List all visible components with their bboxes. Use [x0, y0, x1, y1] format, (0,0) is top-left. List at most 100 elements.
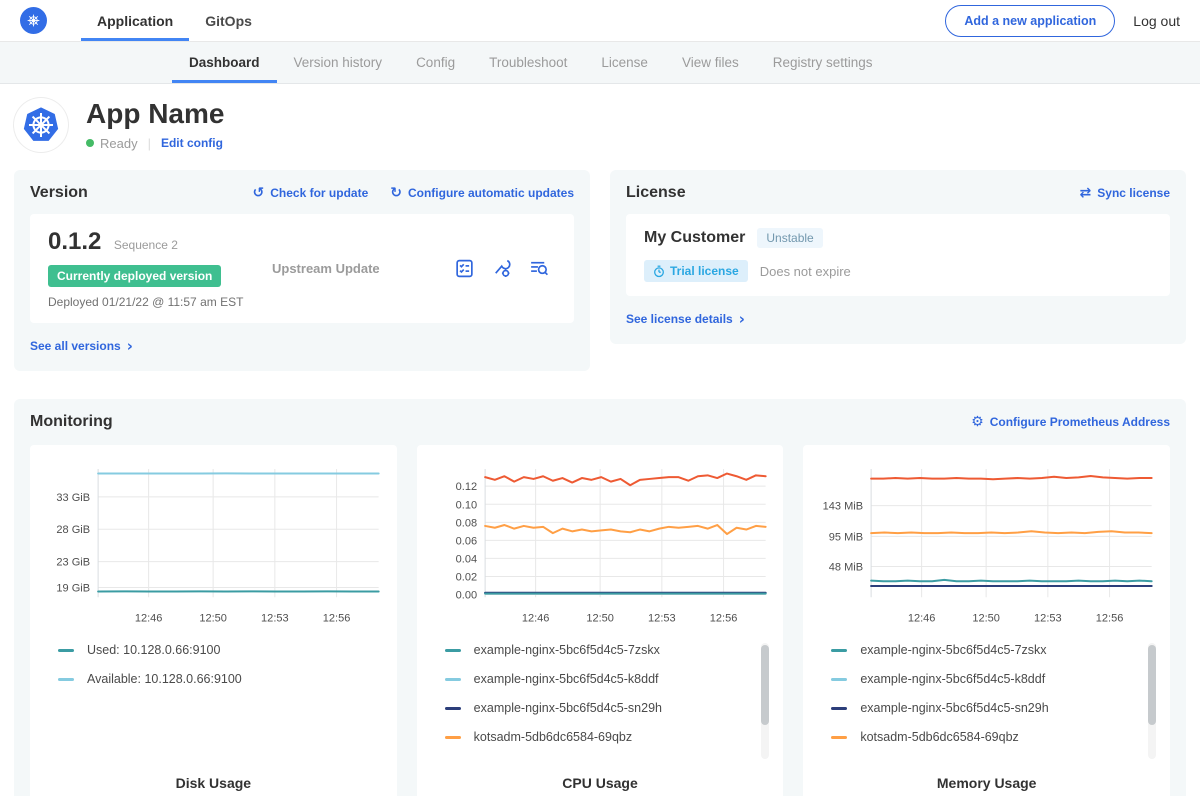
svg-text:19 GiB: 19 GiB	[56, 583, 90, 595]
sync-license-link[interactable]: ⇄ Sync license	[1080, 185, 1170, 201]
svg-text:12:53: 12:53	[1034, 612, 1062, 624]
version-card: Version ↺ Check for update ↻ Configure a…	[14, 170, 590, 371]
svg-text:12:56: 12:56	[1096, 612, 1124, 624]
svg-text:12:56: 12:56	[709, 612, 737, 624]
refresh-icon: ↺	[253, 185, 265, 201]
legend-item: Available: 10.128.0.66:9100	[58, 672, 387, 686]
add-application-button[interactable]: Add a new application	[945, 5, 1115, 37]
legend-item: kotsadm-5db6dc6584-69qbz	[831, 730, 1160, 744]
legend-swatch-icon	[831, 707, 847, 710]
deploy-logs-icon[interactable]	[528, 258, 550, 279]
top-navigation: Application GitOps Add a new application…	[0, 0, 1200, 42]
legend-item: example-nginx-5bc6f5d4c5-7zskx	[831, 643, 1160, 657]
chart-title: CPU Usage	[427, 767, 774, 796]
disk-usage-plot: 19 GiB23 GiB28 GiB33 GiB12:4612:5012:531…	[40, 459, 387, 627]
configure-automatic-updates-link[interactable]: ↻ Configure automatic updates	[390, 185, 574, 201]
legend-swatch-icon	[831, 678, 847, 681]
page-title: App Name	[86, 99, 224, 130]
current-version-box: 0.1.2 Sequence 2 Currently deployed vers…	[30, 214, 574, 323]
legend-item: example-nginx-5bc6f5d4c5-sn29h	[445, 701, 774, 715]
tab-registry-settings[interactable]: Registry settings	[756, 42, 890, 83]
sync-arrows-icon: ⇄	[1080, 185, 1092, 201]
see-all-versions-link[interactable]: See all versions ›	[30, 337, 133, 355]
status-text: Ready	[100, 136, 138, 151]
license-expiry: Does not expire	[760, 264, 851, 279]
nav-tab-application[interactable]: Application	[81, 0, 189, 41]
chart-legend: example-nginx-5bc6f5d4c5-7zskx example-ng…	[427, 643, 774, 767]
legend-label: Available: 10.128.0.66:9100	[87, 672, 242, 686]
svg-text:0.02: 0.02	[455, 572, 476, 584]
legend-swatch-icon	[831, 736, 847, 739]
see-license-details-link[interactable]: See license details ›	[626, 310, 745, 328]
deployed-badge: Currently deployed version	[48, 265, 221, 287]
svg-text:28 GiB: 28 GiB	[56, 524, 90, 536]
svg-text:12:50: 12:50	[586, 612, 614, 624]
cpu-usage-plot: 0.000.020.040.060.080.100.1212:4612:5012…	[427, 459, 774, 627]
svg-text:0.06: 0.06	[455, 535, 476, 547]
config-wrench-icon[interactable]	[491, 258, 512, 279]
monitoring-section: Monitoring ⚙ Configure Prometheus Addres…	[14, 399, 1186, 796]
kubernetes-logo-icon	[20, 7, 47, 34]
svg-text:0.04: 0.04	[455, 553, 476, 565]
divider: |	[148, 136, 151, 151]
chart-title: Disk Usage	[40, 767, 387, 796]
svg-text:0.12: 0.12	[455, 481, 476, 493]
legend-scrollbar[interactable]	[761, 643, 769, 759]
svg-text:12:46: 12:46	[908, 612, 936, 624]
legend-item: example-nginx-5bc6f5d4c5-7zskx	[445, 643, 774, 657]
svg-text:0.10: 0.10	[455, 499, 476, 511]
schedule-update-icon: ↻	[390, 185, 402, 201]
deployed-timestamp: Deployed 01/21/22 @ 11:57 am EST	[48, 295, 268, 309]
chevron-right-icon: ›	[739, 310, 745, 328]
svg-text:33 GiB: 33 GiB	[56, 492, 90, 504]
svg-text:0.08: 0.08	[455, 517, 476, 529]
tab-dashboard[interactable]: Dashboard	[172, 42, 277, 83]
version-source: Upstream Update	[268, 261, 454, 276]
license-info-box: My Customer Unstable Trial license Does …	[626, 214, 1170, 296]
configure-prometheus-link[interactable]: ⚙ Configure Prometheus Address	[971, 414, 1170, 430]
legend-label: example-nginx-5bc6f5d4c5-sn29h	[474, 701, 662, 715]
legend-label: example-nginx-5bc6f5d4c5-sn29h	[860, 701, 1048, 715]
legend-item: example-nginx-5bc6f5d4c5-k8ddf	[831, 672, 1160, 686]
legend-swatch-icon	[445, 678, 461, 681]
legend-label: kotsadm-5db6dc6584-69qbz	[860, 730, 1018, 744]
tab-view-files[interactable]: View files	[665, 42, 756, 83]
legend-item: example-nginx-5bc6f5d4c5-sn29h	[831, 701, 1160, 715]
legend-swatch-icon	[58, 649, 74, 652]
chart-card-memory-usage: 48 MiB95 MiB143 MiB12:4612:5012:5312:56e…	[803, 445, 1170, 796]
legend-item: Used: 10.128.0.66:9100	[58, 643, 387, 657]
legend-swatch-icon	[58, 678, 74, 681]
legend-swatch-icon	[831, 649, 847, 652]
edit-config-link[interactable]: Edit config	[161, 136, 223, 150]
legend-scrollbar[interactable]	[1148, 643, 1156, 759]
legend-label: kotsadm-5db6dc6584-69qbz	[474, 730, 632, 744]
legend-item: example-nginx-5bc6f5d4c5-k8ddf	[445, 672, 774, 686]
legend-label: example-nginx-5bc6f5d4c5-7zskx	[860, 643, 1046, 657]
tab-config[interactable]: Config	[399, 42, 472, 83]
legend-label: example-nginx-5bc6f5d4c5-k8ddf	[860, 672, 1045, 686]
stopwatch-icon	[653, 265, 665, 278]
tab-license[interactable]: License	[584, 42, 665, 83]
nav-tab-gitops[interactable]: GitOps	[189, 0, 268, 41]
legend-label: example-nginx-5bc6f5d4c5-k8ddf	[474, 672, 659, 686]
check-for-update-link[interactable]: ↺ Check for update	[253, 185, 369, 201]
chart-title: Memory Usage	[813, 767, 1160, 796]
customer-name: My Customer	[644, 229, 745, 247]
version-number: 0.1.2	[48, 228, 101, 255]
svg-text:95 MiB: 95 MiB	[829, 531, 863, 543]
svg-text:48 MiB: 48 MiB	[829, 562, 863, 574]
svg-text:0.00: 0.00	[455, 590, 476, 602]
version-sequence: Sequence 2	[114, 238, 178, 252]
legend-label: example-nginx-5bc6f5d4c5-7zskx	[474, 643, 660, 657]
app-kubernetes-icon	[14, 98, 68, 152]
status-dot	[86, 139, 94, 147]
svg-text:12:53: 12:53	[648, 612, 676, 624]
tab-version-history[interactable]: Version history	[277, 42, 400, 83]
version-card-title: Version	[30, 184, 88, 202]
logout-button[interactable]: Log out	[1133, 13, 1180, 29]
tab-troubleshoot[interactable]: Troubleshoot	[472, 42, 584, 83]
brand-logo[interactable]	[20, 0, 47, 41]
legend-label: Used: 10.128.0.66:9100	[87, 643, 220, 657]
preflight-checks-icon[interactable]	[454, 258, 475, 279]
app-tab-bar: Dashboard Version history Config Trouble…	[0, 42, 1200, 84]
